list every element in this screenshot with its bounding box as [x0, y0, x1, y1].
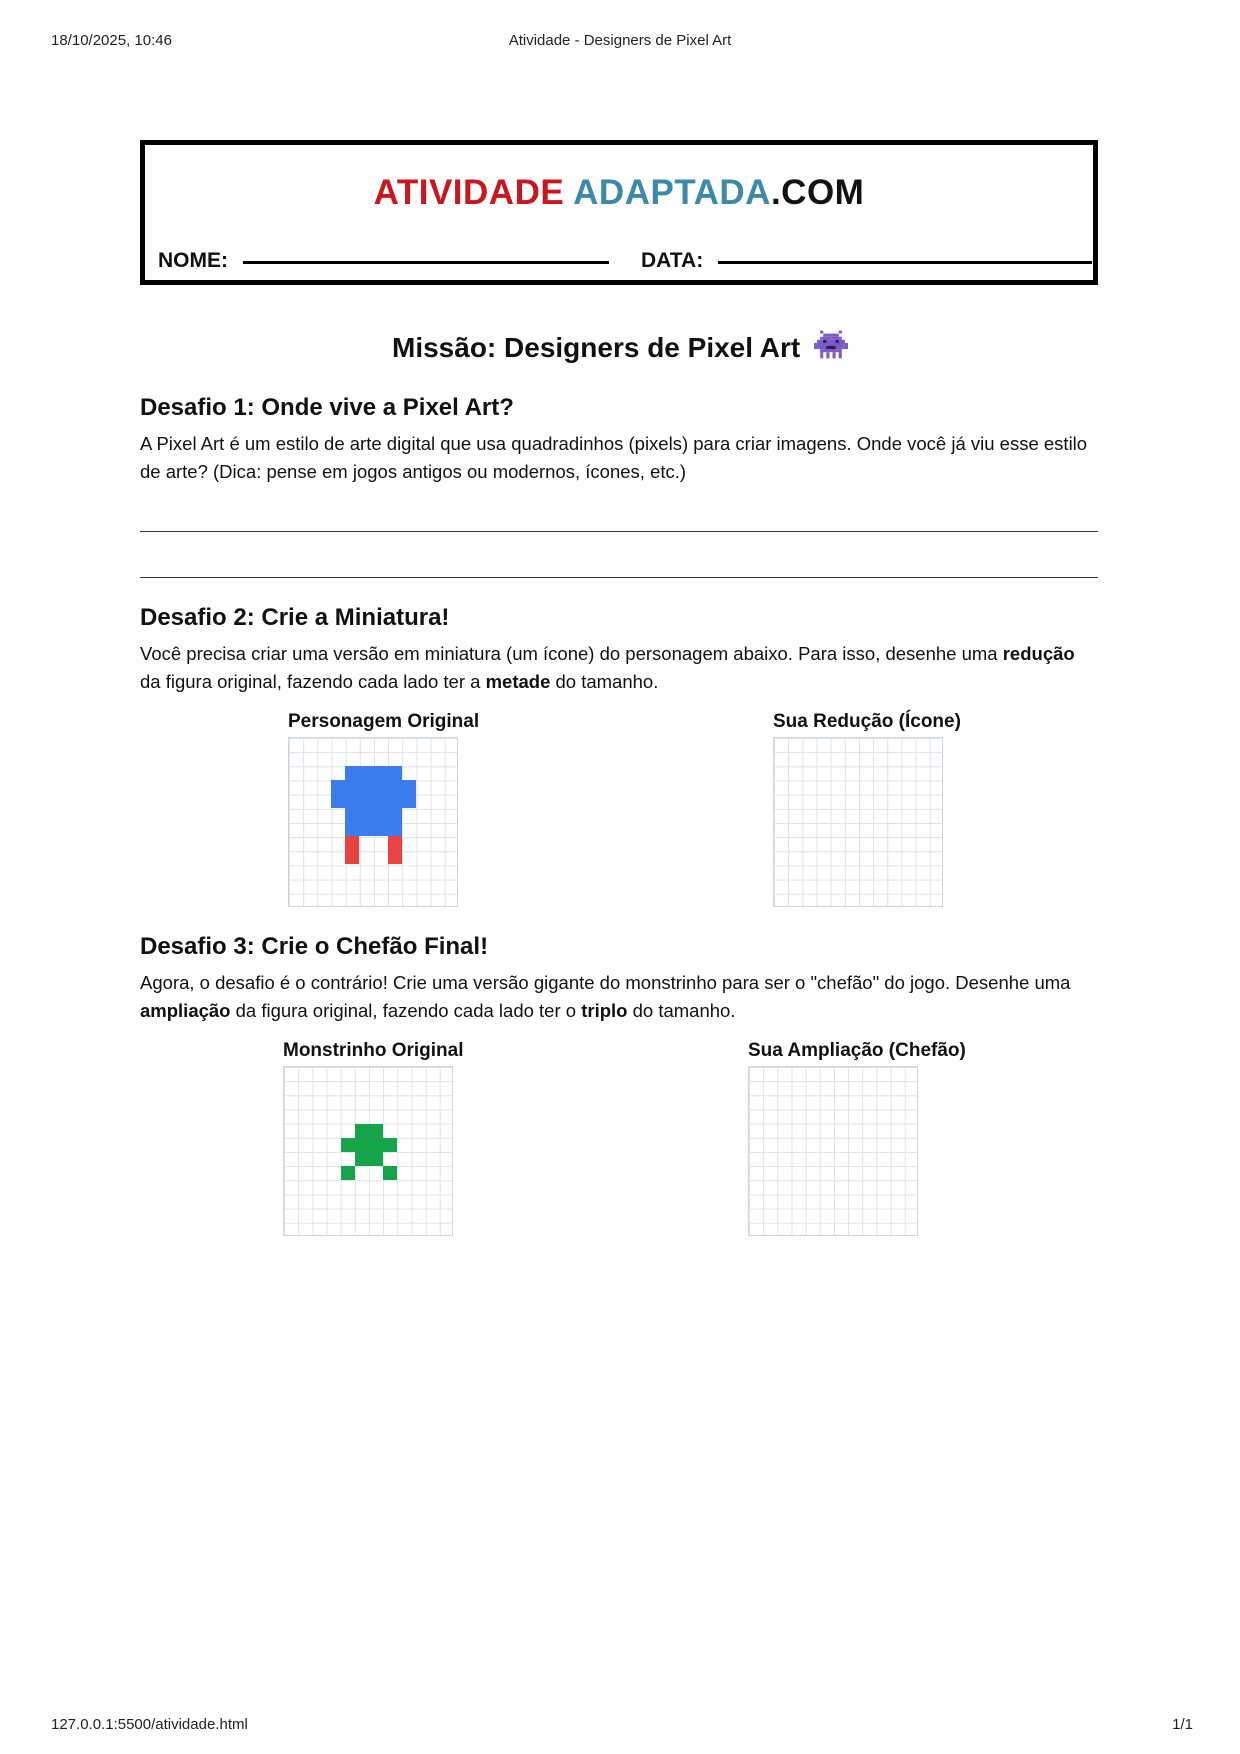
- original-monster-grid: [283, 1066, 453, 1236]
- mission-title-text: Missão: Designers de Pixel Art: [392, 332, 801, 363]
- pixel-monster-icon: [814, 330, 848, 359]
- challenge3-text: Agora, o desafio é o contrário! Crie uma…: [140, 969, 1100, 1025]
- answer-line-1[interactable]: [140, 531, 1098, 532]
- monster-head: [355, 1124, 383, 1138]
- reduction-label: Sua Redução (Ícone): [773, 711, 961, 732]
- monster-arms: [341, 1138, 397, 1152]
- name-label: NOME:: [158, 249, 228, 272]
- challenge3-text-a: Agora, o desafio é o contrário! Crie uma…: [140, 972, 1071, 993]
- challenge2-bold-reducao: redução: [1002, 643, 1075, 664]
- monster-body: [355, 1152, 383, 1166]
- challenge3-text-c: do tamanho.: [627, 1000, 736, 1021]
- name-line[interactable]: [243, 261, 609, 264]
- challenge2-title: Desafio 2: Crie a Miniatura!: [140, 604, 450, 631]
- original-monster-label: Monstrinho Original: [283, 1040, 464, 1061]
- brand-part-3: .COM: [770, 173, 865, 212]
- brand-part-1: ATIVIDADE: [373, 173, 565, 212]
- reduction-drawing-grid[interactable]: [773, 737, 943, 907]
- challenge2-bold-metade: metade: [485, 671, 551, 692]
- challenge1-text: A Pixel Art é um estilo de arte digital …: [140, 433, 1088, 482]
- challenge3-bold-ampliacao: ampliação: [140, 1000, 231, 1021]
- print-url: 127.0.0.1:5500/atividade.html: [51, 1716, 248, 1733]
- character-lower-body: [345, 808, 402, 836]
- brand-part-2: ADAPTADA: [573, 173, 771, 212]
- enlargement-drawing-grid[interactable]: [748, 1066, 918, 1236]
- mission-title: Missão: Designers de Pixel Art: [0, 330, 1240, 364]
- character-torso: [331, 780, 416, 808]
- print-page-title: Atividade - Designers de Pixel Art: [508, 32, 732, 49]
- monster-right-foot: [383, 1166, 397, 1180]
- enlargement-label: Sua Ampliação (Chefão): [748, 1040, 966, 1061]
- character-head: [345, 766, 402, 780]
- character-left-leg: [345, 836, 359, 864]
- challenge2-text-c: do tamanho.: [550, 671, 659, 692]
- original-character-label: Personagem Original: [288, 711, 480, 732]
- print-page-number: 1/1: [1172, 1716, 1193, 1733]
- answer-line-2[interactable]: [140, 577, 1098, 578]
- brand-logo: ATIVIDADE ADAPTADA.COM: [145, 173, 1093, 213]
- challenge3-bold-triplo: triplo: [581, 1000, 628, 1021]
- challenge2-text-b: da figura original, fazendo cada lado te…: [140, 671, 486, 692]
- monster-left-foot: [341, 1166, 355, 1180]
- date-label: DATA:: [641, 249, 704, 272]
- challenge1-title: Desafio 1: Onde vive a Pixel Art?: [140, 394, 514, 421]
- date-line[interactable]: [718, 261, 1092, 264]
- character-right-leg: [388, 836, 402, 864]
- challenge3-text-b: da figura original, fazendo cada lado te…: [230, 1000, 582, 1021]
- original-character-grid: [288, 737, 458, 907]
- header-box: ATIVIDADE ADAPTADA.COM NOME: DATA:: [140, 140, 1098, 285]
- challenge2-text: Você precisa criar uma versão em miniatu…: [140, 640, 1100, 696]
- challenge3-title: Desafio 3: Crie o Chefão Final!: [140, 933, 489, 960]
- challenge2-text-a: Você precisa criar uma versão em miniatu…: [140, 643, 1003, 664]
